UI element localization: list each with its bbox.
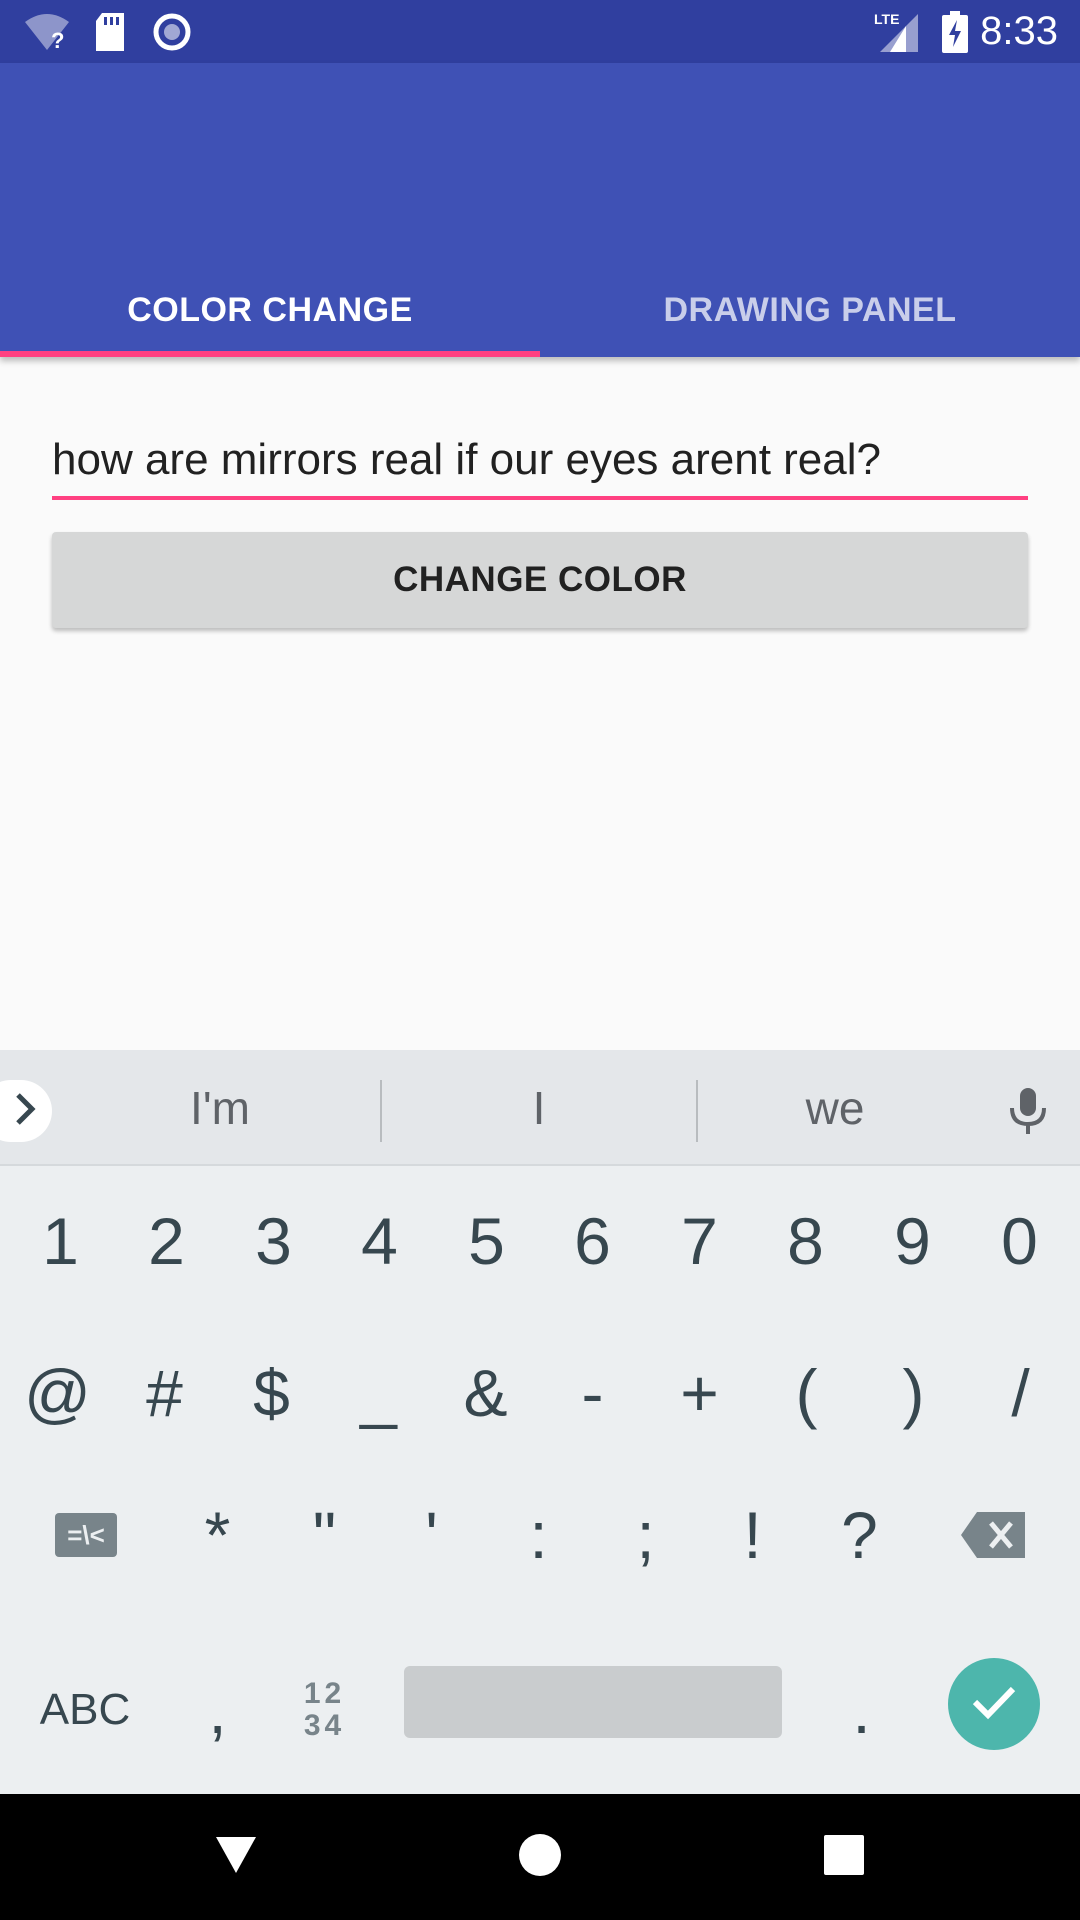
battery-charging-icon xyxy=(940,0,970,63)
back-triangle-icon xyxy=(214,1835,258,1880)
space-key[interactable] xyxy=(404,1666,782,1738)
recents-button[interactable] xyxy=(784,1794,904,1920)
key[interactable]: 3 xyxy=(220,1166,327,1316)
signal-icon: LTE xyxy=(872,0,922,63)
home-button[interactable] xyxy=(480,1794,600,1920)
backspace-icon xyxy=(960,1497,1027,1573)
check-icon xyxy=(971,1684,1017,1725)
key[interactable]: 0 xyxy=(966,1166,1073,1316)
key[interactable]: 4 xyxy=(326,1166,433,1316)
wifi-question-icon: ? xyxy=(22,0,72,63)
key[interactable]: * xyxy=(164,1460,271,1610)
key[interactable]: 6 xyxy=(539,1166,646,1316)
suggestion-item[interactable]: I'm xyxy=(60,1050,380,1166)
key[interactable]: ' xyxy=(378,1460,485,1610)
key[interactable]: + xyxy=(646,1318,753,1468)
text-input-value: how are mirrors real if our eyes arent r… xyxy=(52,435,881,484)
key[interactable]: - xyxy=(539,1318,646,1468)
numpad-label-top: 12 xyxy=(303,1677,346,1710)
key[interactable]: ( xyxy=(753,1318,860,1468)
text-input[interactable]: how are mirrors real if our eyes arent r… xyxy=(52,420,1028,500)
home-circle-icon xyxy=(518,1833,562,1882)
key[interactable]: 9 xyxy=(859,1166,966,1316)
sd-card-icon xyxy=(92,0,128,63)
numpad-label-bottom: 34 xyxy=(303,1709,346,1742)
key[interactable]: _ xyxy=(325,1318,432,1468)
backspace-key[interactable] xyxy=(940,1460,1047,1610)
suggestion-strip: I'm I we xyxy=(0,1050,1080,1166)
key[interactable]: 2 xyxy=(113,1166,220,1316)
key[interactable]: ; xyxy=(592,1460,699,1610)
key[interactable]: ! xyxy=(699,1460,806,1610)
svg-text:?: ? xyxy=(51,28,64,52)
key[interactable]: 5 xyxy=(433,1166,540,1316)
key[interactable]: & xyxy=(432,1318,539,1468)
chevron-right-icon xyxy=(14,1091,38,1132)
back-button[interactable] xyxy=(176,1794,296,1920)
key[interactable]: " xyxy=(271,1460,378,1610)
symbols-toggle-label: =\< xyxy=(55,1513,117,1557)
tab-color-change[interactable]: COLOR CHANGE xyxy=(0,263,540,357)
key[interactable]: : xyxy=(485,1460,592,1610)
numpad-key[interactable]: 12 34 xyxy=(271,1635,378,1785)
status-bar: ? LTE 8:33 xyxy=(0,0,1080,63)
symbols-toggle-key[interactable]: =\< xyxy=(32,1460,140,1610)
navigation-bar xyxy=(0,1794,1080,1920)
app-bar: COLOR CHANGE DRAWING PANEL xyxy=(0,63,1080,357)
lte-label: LTE xyxy=(874,11,899,27)
comma-key[interactable]: , xyxy=(164,1635,271,1785)
recents-square-icon xyxy=(824,1834,864,1880)
text-input-underline xyxy=(52,496,1028,500)
period-key[interactable]: . xyxy=(808,1635,915,1785)
key[interactable]: ? xyxy=(806,1460,913,1610)
key[interactable]: @ xyxy=(4,1318,111,1468)
suggestion-item[interactable]: I xyxy=(382,1050,696,1166)
status-time: 8:33 xyxy=(980,9,1058,53)
key[interactable]: $ xyxy=(218,1318,325,1468)
key[interactable]: / xyxy=(967,1318,1074,1468)
key[interactable]: 1 xyxy=(7,1166,114,1316)
tab-drawing-panel[interactable]: DRAWING PANEL xyxy=(540,263,1080,357)
sync-circle-icon xyxy=(152,0,192,63)
done-key[interactable] xyxy=(948,1658,1040,1750)
tab-indicator xyxy=(0,351,540,357)
change-color-button[interactable]: CHANGE COLOR xyxy=(52,532,1028,628)
key[interactable]: ) xyxy=(860,1318,967,1468)
key[interactable]: # xyxy=(111,1318,218,1468)
abc-key[interactable]: ABC xyxy=(20,1635,150,1785)
key[interactable]: 7 xyxy=(646,1166,753,1316)
suggestion-item[interactable]: we xyxy=(698,1050,972,1166)
microphone-icon[interactable] xyxy=(1005,1086,1051,1141)
expand-toolbar-button[interactable] xyxy=(0,1080,52,1142)
key[interactable]: 8 xyxy=(752,1166,859,1316)
